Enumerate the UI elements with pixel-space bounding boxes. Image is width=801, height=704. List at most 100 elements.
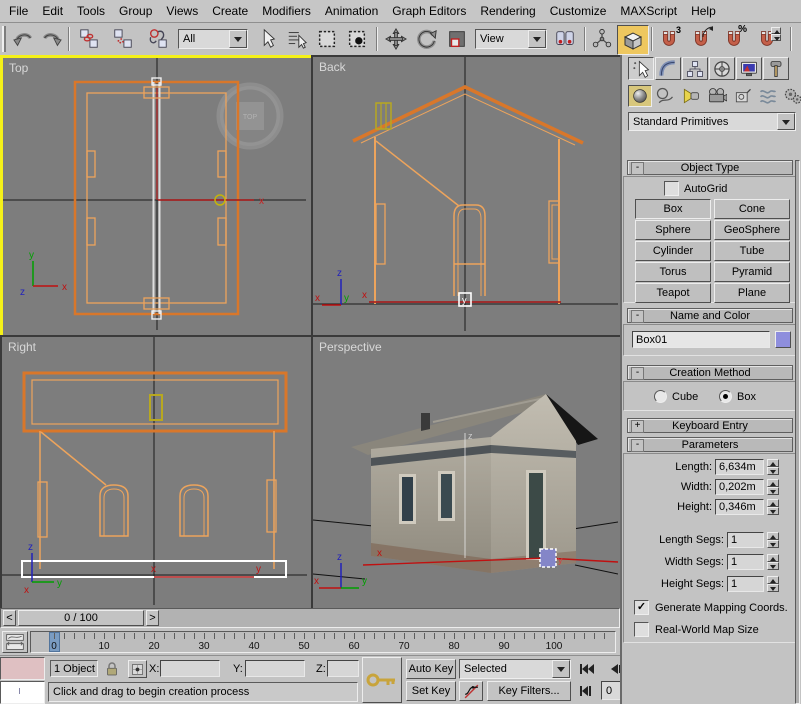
creation-method-cube-option[interactable]: Cube: [654, 390, 698, 403]
viewcube-label[interactable]: TOP: [243, 114, 258, 121]
tab-motion[interactable]: [709, 57, 735, 80]
param-height-field[interactable]: 0,346m: [715, 499, 764, 515]
reference-coordsys-dropdown[interactable]: View: [475, 29, 547, 49]
autogrid-checkbox[interactable]: [664, 181, 679, 196]
param-width-spinner[interactable]: [767, 479, 779, 495]
object-type-cylinder-button[interactable]: Cylinder: [635, 241, 711, 261]
window-crossing-toggle-button[interactable]: [344, 26, 370, 52]
param-width-segs-field[interactable]: 1: [727, 554, 764, 570]
object-type-plane-button[interactable]: Plane: [714, 283, 790, 303]
primitive-category-dropdown[interactable]: Standard Primitives: [628, 112, 796, 131]
collapse-toggle-icon[interactable]: -: [631, 439, 644, 452]
angle-snap-toggle-button[interactable]: [688, 26, 714, 52]
key-mode-toggle-button[interactable]: [577, 681, 597, 701]
toolbar-grip[interactable]: [2, 26, 6, 52]
rollout-header-name-color[interactable]: - Name and Color: [627, 308, 793, 323]
menu-file[interactable]: File: [2, 1, 35, 21]
absolute-relative-coords-toggle[interactable]: [128, 660, 147, 678]
unlink-selection-button[interactable]: [110, 26, 136, 52]
subtab-systems[interactable]: [783, 86, 801, 108]
menu-graph-editors[interactable]: Graph Editors: [385, 1, 473, 21]
tab-hierarchy[interactable]: [682, 57, 708, 80]
param-height-spinner[interactable]: [767, 499, 779, 515]
menu-group[interactable]: Group: [112, 1, 159, 21]
real-world-row[interactable]: Real-World Map Size: [634, 622, 759, 637]
param-length-segs-field[interactable]: 1: [727, 532, 764, 548]
real-world-checkbox[interactable]: [634, 622, 649, 637]
tab-create[interactable]: [628, 57, 654, 80]
rollout-header-keyboard-entry[interactable]: + Keyboard Entry: [627, 418, 793, 433]
viewport-top-label[interactable]: Top: [9, 61, 28, 75]
time-slider-next-button[interactable]: >: [146, 610, 159, 626]
tab-modify[interactable]: [655, 57, 681, 80]
menu-rendering[interactable]: Rendering: [473, 1, 542, 21]
set-key-button[interactable]: Set Key: [406, 681, 456, 701]
rollout-header-parameters[interactable]: - Parameters: [627, 437, 793, 452]
bind-to-space-warp-button[interactable]: [145, 26, 171, 52]
viewport-perspective[interactable]: z x y z x y Perspective: [311, 335, 624, 611]
dropdown-arrow-icon[interactable]: [229, 30, 247, 48]
menu-customize[interactable]: Customize: [543, 1, 614, 21]
select-and-scale-button[interactable]: [444, 26, 470, 52]
coord-x-field[interactable]: [160, 660, 220, 677]
trackbar-ruler[interactable]: 0 10 20 30 40 50 60 70 80 90 100: [30, 631, 616, 653]
select-object-button[interactable]: [254, 26, 280, 52]
menu-edit[interactable]: Edit: [35, 1, 70, 21]
tab-utilities[interactable]: [763, 57, 789, 80]
spinner-snap-toggle-button[interactable]: [754, 26, 780, 52]
rollout-header-object-type[interactable]: - Object Type: [627, 160, 793, 175]
dropdown-arrow-icon[interactable]: [528, 30, 546, 48]
creation-method-box-option[interactable]: Box: [719, 390, 756, 403]
subtab-cameras[interactable]: [707, 86, 731, 108]
time-slider-prev-button[interactable]: <: [3, 610, 16, 626]
object-type-box-button[interactable]: Box: [635, 199, 711, 219]
cube-radio[interactable]: [654, 390, 667, 403]
viewport-right[interactable]: x y z y x Right: [0, 335, 313, 611]
object-type-sphere-button[interactable]: Sphere: [635, 220, 711, 240]
param-height-segs-field[interactable]: 1: [727, 576, 764, 592]
viewport-top[interactable]: TOP x y: [0, 55, 315, 339]
key-filters-button[interactable]: Key Filters...: [487, 681, 571, 701]
selection-set-dropdown[interactable]: Selected: [459, 659, 571, 679]
object-type-torus-button[interactable]: Torus: [635, 262, 711, 282]
object-type-pyramid-button[interactable]: Pyramid: [714, 262, 790, 282]
undo-button[interactable]: [11, 26, 37, 52]
go-to-start-button[interactable]: [577, 659, 597, 679]
subtab-space-warps[interactable]: [758, 86, 782, 108]
menu-maxscript[interactable]: MAXScript: [613, 1, 684, 21]
select-and-manipulate-button[interactable]: [589, 26, 615, 52]
subtab-shapes[interactable]: [655, 86, 679, 108]
object-name-field[interactable]: Box01: [632, 331, 770, 348]
snap-toggle-3d-button[interactable]: 3: [656, 26, 682, 52]
redo-button[interactable]: [38, 26, 64, 52]
object-type-geosphere-button[interactable]: GeoSphere: [714, 220, 790, 240]
select-by-name-button[interactable]: [284, 26, 310, 52]
param-width-field[interactable]: 0,202m: [715, 479, 764, 495]
menu-help[interactable]: Help: [684, 1, 723, 21]
dropdown-arrow-icon[interactable]: [777, 113, 795, 130]
coord-y-field[interactable]: [245, 660, 305, 677]
command-panel-scrollbar[interactable]: [795, 160, 800, 704]
subtab-geometry[interactable]: [628, 85, 652, 107]
dropdown-arrow-icon[interactable]: [552, 660, 570, 678]
generate-mapping-row[interactable]: ✓ Generate Mapping Coords.: [634, 600, 788, 615]
collapse-toggle-icon[interactable]: -: [631, 367, 644, 380]
object-type-teapot-button[interactable]: Teapot: [635, 283, 711, 303]
object-type-cone-button[interactable]: Cone: [714, 199, 790, 219]
maxscript-mini-listener-white[interactable]: [0, 681, 45, 704]
select-and-move-button[interactable]: [383, 26, 409, 52]
object-color-swatch[interactable]: [775, 331, 791, 348]
rollout-header-creation-method[interactable]: - Creation Method: [627, 365, 793, 380]
param-length-field[interactable]: 6,634m: [715, 459, 764, 475]
rectangular-selection-region-button[interactable]: [314, 26, 340, 52]
maxscript-mini-listener-pink[interactable]: [0, 657, 45, 680]
default-tangent-button[interactable]: [459, 681, 483, 701]
subtab-lights[interactable]: [681, 86, 705, 108]
time-slider-handle[interactable]: 0 / 100: [18, 610, 144, 626]
mini-curve-editor-button[interactable]: [2, 631, 28, 653]
menu-animation[interactable]: Animation: [318, 1, 385, 21]
param-length-spinner[interactable]: [767, 459, 779, 475]
subtab-helpers[interactable]: [733, 86, 757, 108]
menu-tools[interactable]: Tools: [70, 1, 112, 21]
viewport-back-label[interactable]: Back: [319, 60, 346, 74]
